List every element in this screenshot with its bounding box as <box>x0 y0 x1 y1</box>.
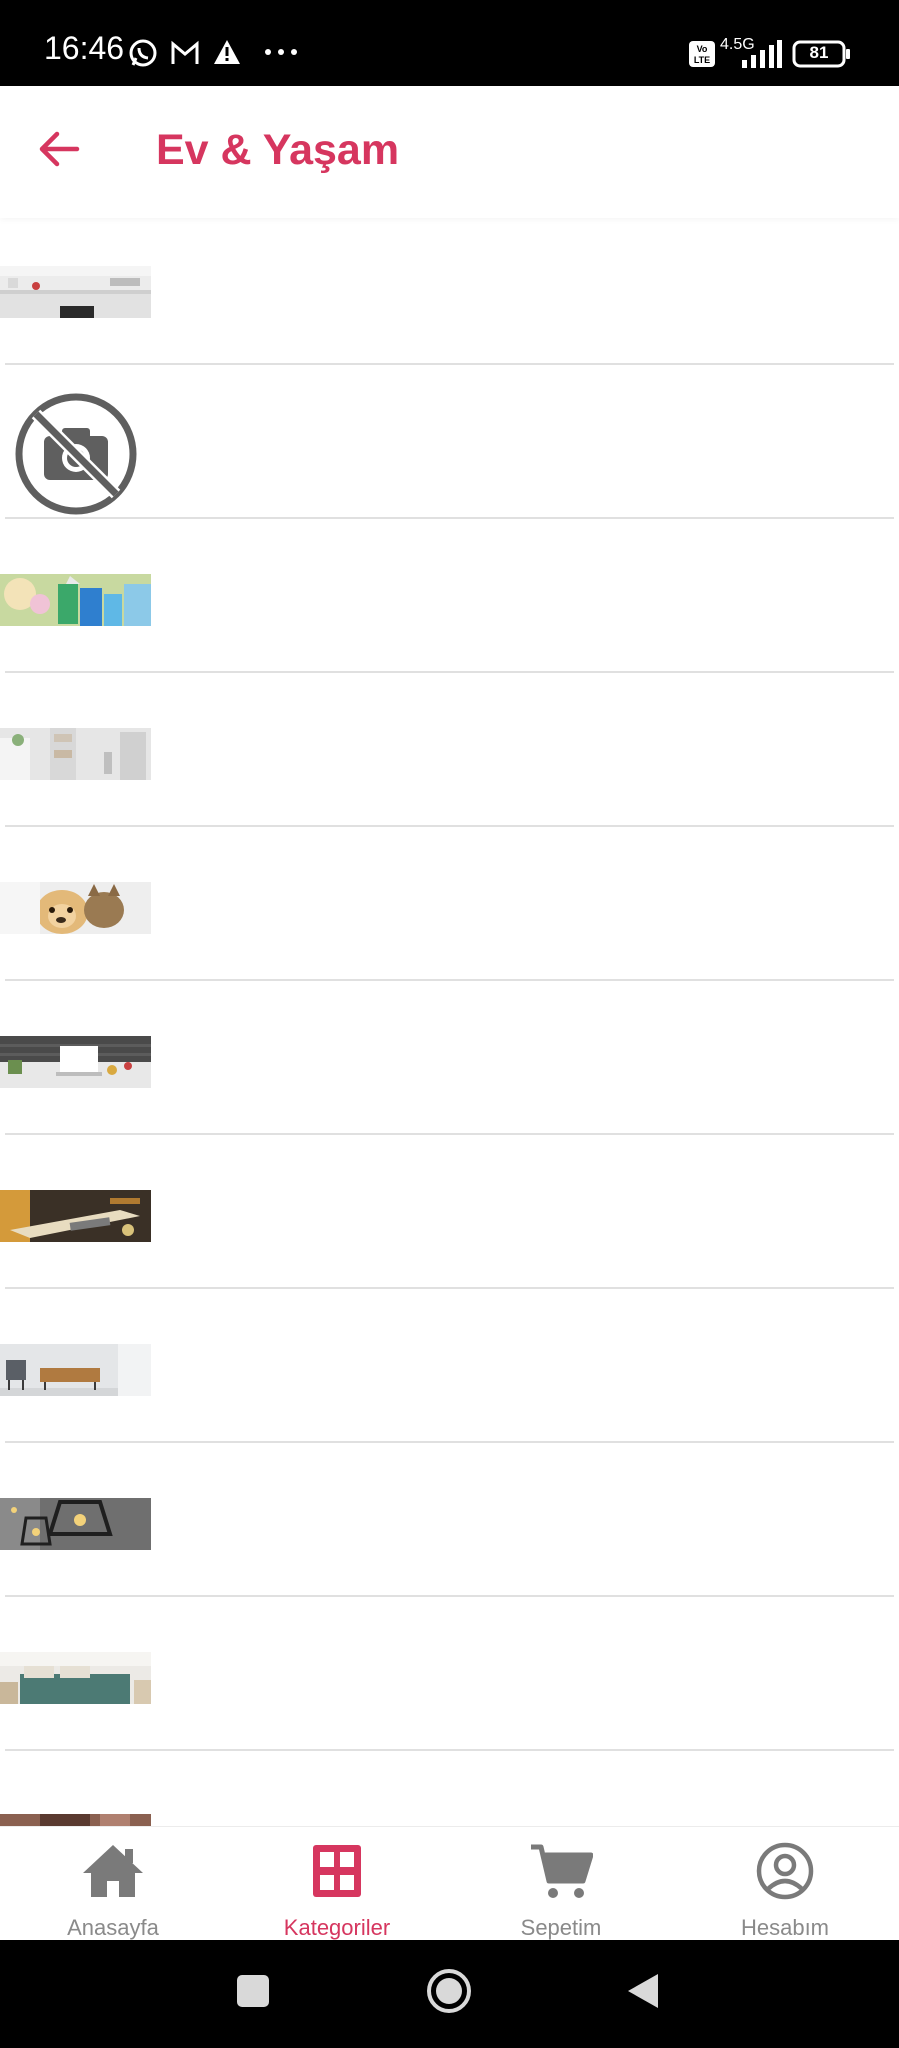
volte-icon: Vo LTE <box>689 41 715 67</box>
list-divider <box>5 1133 894 1135</box>
bottom-nav: Anasayfa Kategoriler Sepetim Hesabım <box>0 1826 899 1941</box>
category-thumbnail-tools <box>0 1190 151 1242</box>
recent-apps-button[interactable] <box>236 1974 270 2008</box>
list-divider <box>5 1441 894 1443</box>
arrow-left-icon <box>39 131 80 167</box>
category-item[interactable] <box>0 1142 899 1296</box>
category-thumbnail-kitchen <box>0 266 151 318</box>
nav-item-hesabim[interactable]: Hesabım <box>673 1827 897 1941</box>
category-thumbnail-office <box>0 1036 151 1088</box>
home-button[interactable] <box>426 1968 472 2014</box>
category-thumbnail-lighting <box>0 1498 151 1550</box>
status-bar: 16:46 Vo LTE 4.5G 81 <box>0 0 899 86</box>
cart-icon <box>531 1844 593 1898</box>
category-item[interactable] <box>0 834 899 988</box>
nav-label-kategoriler: Kategoriler <box>283 1915 391 1940</box>
nav-item-anasayfa[interactable]: Anasayfa <box>1 1827 225 1941</box>
category-item[interactable] <box>0 988 899 1142</box>
list-divider <box>5 363 894 365</box>
category-item[interactable] <box>0 372 899 526</box>
category-list <box>0 218 899 1826</box>
status-time: 16:46 <box>44 30 125 66</box>
app-bar: Ev & Yaşam <box>0 86 899 218</box>
category-thumbnail-partial <box>0 1814 151 1826</box>
nav-label-sepetim: Sepetim <box>520 1915 602 1940</box>
category-item[interactable] <box>0 1296 899 1450</box>
category-thumbnail-cleaning <box>0 574 151 626</box>
list-divider <box>5 1595 894 1597</box>
category-thumbnail-pets <box>0 882 151 934</box>
more-notifications-icon <box>265 49 297 55</box>
nav-label-hesabim: Hesabım <box>740 1915 830 1940</box>
category-item[interactable] <box>0 1450 899 1604</box>
category-thumbnail-bathroom <box>0 728 151 780</box>
account-icon <box>756 1842 814 1900</box>
category-item[interactable] <box>0 1758 899 1826</box>
system-navigation-bar <box>0 1940 899 2048</box>
list-divider <box>5 825 894 827</box>
back-nav-button[interactable] <box>626 1972 660 2010</box>
signal-icon <box>742 40 782 68</box>
no-image-icon <box>15 393 137 515</box>
category-item[interactable] <box>0 680 899 834</box>
home-icon <box>83 1845 143 1897</box>
page-title: Ev & Yaşam <box>156 126 400 174</box>
list-divider <box>5 1287 894 1289</box>
back-button[interactable] <box>30 120 88 178</box>
category-thumbnail-bedroom <box>0 1652 151 1704</box>
category-item[interactable] <box>0 1604 899 1758</box>
whatsapp-icon <box>129 39 157 67</box>
category-thumbnail-furniture <box>0 1344 151 1396</box>
list-divider <box>5 517 894 519</box>
svg-text:LTE: LTE <box>694 55 710 65</box>
nav-item-sepetim[interactable]: Sepetim <box>449 1827 673 1941</box>
gmail-icon <box>171 40 199 64</box>
category-item[interactable] <box>0 526 899 680</box>
list-divider <box>5 1749 894 1751</box>
nav-item-kategoriler[interactable]: Kategoriler <box>225 1827 449 1941</box>
warning-icon <box>214 40 240 64</box>
svg-text:Vo: Vo <box>697 44 708 54</box>
category-item[interactable] <box>0 218 899 372</box>
list-divider <box>5 979 894 981</box>
battery-level: 81 <box>809 43 829 62</box>
list-divider <box>5 671 894 673</box>
grid-icon <box>313 1845 361 1897</box>
nav-label-anasayfa: Anasayfa <box>67 1915 159 1940</box>
